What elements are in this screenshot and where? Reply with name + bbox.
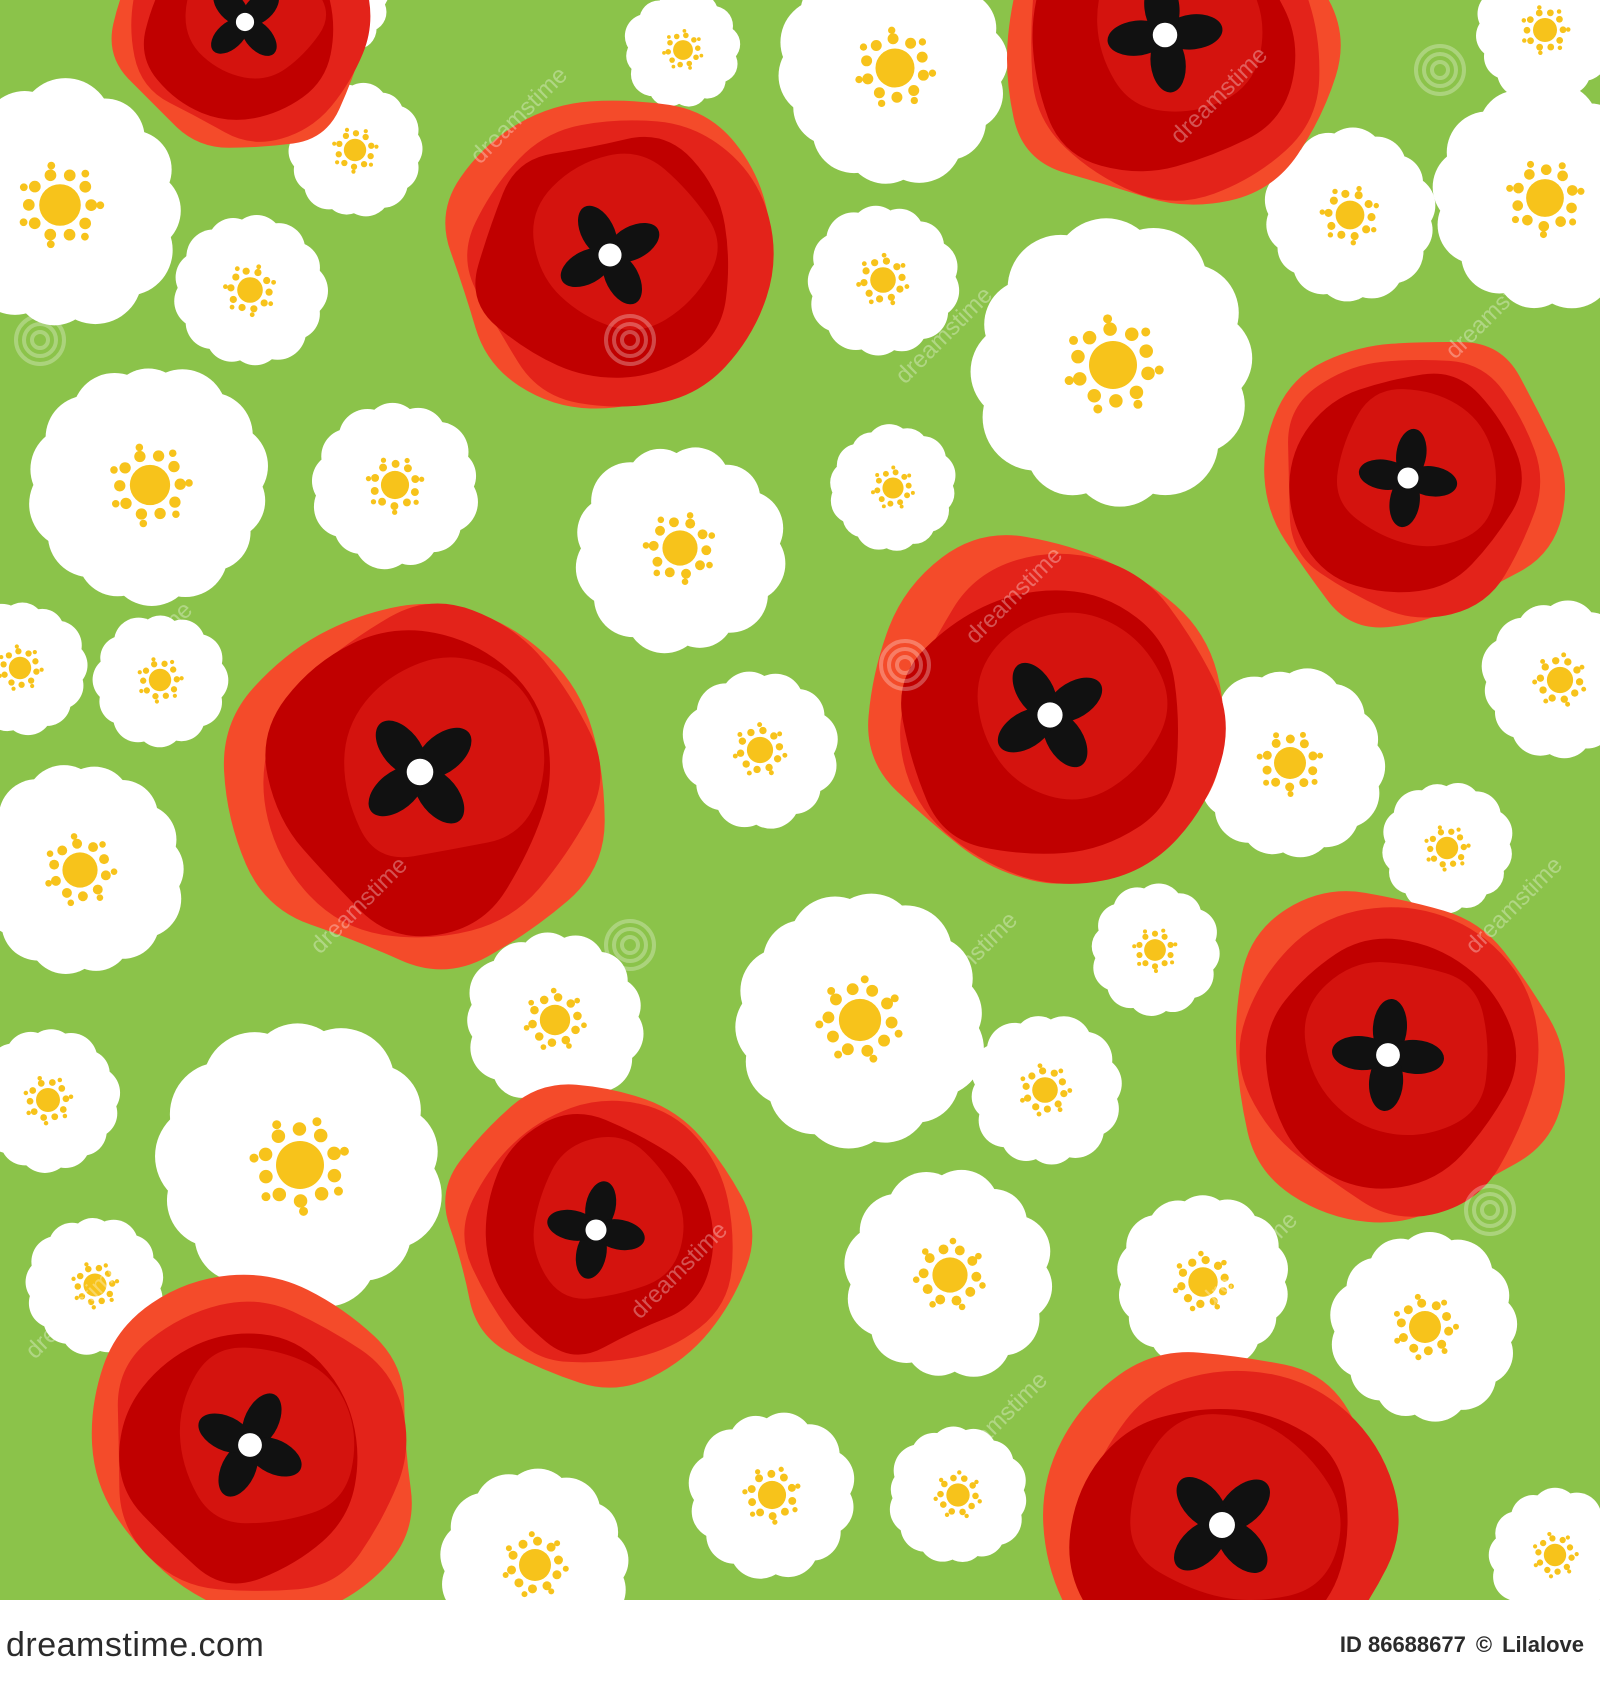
image-id: ID 86688677 xyxy=(1339,1632,1466,1657)
daisy-flower xyxy=(1117,1195,1288,1368)
stock-footer: dreamstime.com ID 86688677 © Lilalove xyxy=(0,1600,1600,1690)
image-credit: ID 86688677 © Lilalove xyxy=(1340,1632,1584,1658)
copyright-icon: © xyxy=(1475,1632,1493,1657)
floral-pattern-canvas: dreamstimedreamstimedreamstime dreamstime… xyxy=(0,0,1600,1600)
author-name[interactable]: Lilalove xyxy=(1502,1632,1584,1658)
daisy-flower xyxy=(971,1016,1122,1165)
stock-logo[interactable]: dreamstime.com xyxy=(6,1626,264,1665)
floral-pattern: dreamstime dreamstime dreamstime dreamstime… xyxy=(0,0,1600,1600)
daisy-flower xyxy=(688,1412,855,1579)
